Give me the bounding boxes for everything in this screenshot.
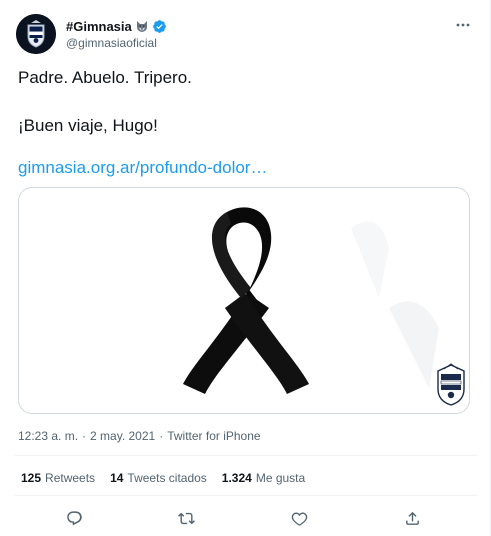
engagement-stats: 125 Retweets 14 Tweets citados 1.324 Me … [21, 471, 305, 485]
quotes-count: 14 [110, 471, 124, 485]
likes-count: 1.324 [221, 471, 252, 485]
divider [14, 455, 477, 456]
black-mourning-ribbon [183, 207, 439, 394]
retweets-label: Retweets [45, 471, 96, 485]
meta-separator: · [159, 429, 164, 443]
share-icon [405, 511, 419, 525]
tweet-time[interactable]: 12:23 a. m. [18, 429, 78, 443]
likes-label: Me gusta [255, 471, 306, 485]
tweet-link[interactable]: gimnasia.org.ar/profundo-dolor… [18, 157, 267, 179]
tweet-date[interactable]: 2 may. 2021 [90, 429, 155, 443]
retweets-stat[interactable]: 125 Retweets [21, 471, 95, 485]
retweet-icon [177, 512, 195, 524]
likes-stat[interactable]: 1.324 Me gusta [222, 471, 305, 485]
tweet-metadata: 12:23 a. m. · 2 may. 2021 · Twitter for … [18, 429, 261, 443]
divider [14, 495, 477, 496]
tweet-text-line-1: Padre. Abuelo. Tripero. [18, 68, 192, 87]
gimnasia-crest-avatar-icon [16, 14, 56, 54]
tweet-text-line-2: ¡Buen viaje, Hugo! [18, 116, 158, 135]
retweet-button[interactable] [173, 505, 199, 531]
more-dots-icon [456, 23, 470, 27]
author-name-row: #Gimnasia [66, 17, 167, 35]
more-options-button[interactable] [452, 16, 474, 34]
like-button[interactable] [286, 505, 312, 531]
author-handle[interactable]: @gimnasiaoficial [66, 36, 157, 50]
like-icon [291, 511, 307, 526]
gimnasia-crest-icon [437, 363, 465, 406]
reply-icon [66, 510, 82, 525]
tweet-source[interactable]: Twitter for iPhone [167, 429, 260, 443]
avatar[interactable] [16, 14, 56, 54]
quotes-label: Tweets citados [127, 471, 207, 485]
reply-button[interactable] [61, 505, 87, 531]
author-display-name[interactable]: #Gimnasia [66, 19, 132, 34]
tweet-media-image[interactable] [18, 187, 470, 414]
meta-separator: · [82, 429, 87, 443]
share-button[interactable] [399, 505, 425, 531]
wolf-emoji-icon [135, 19, 149, 33]
tweet-container: #Gimnasia @gimnasiaoficial Padre. Abuelo… [0, 0, 491, 536]
verified-badge-icon [152, 19, 167, 34]
quote-tweets-stat[interactable]: 14 Tweets citados [110, 471, 207, 485]
tweet-actions-bar [0, 505, 491, 531]
retweets-count: 125 [21, 471, 42, 485]
